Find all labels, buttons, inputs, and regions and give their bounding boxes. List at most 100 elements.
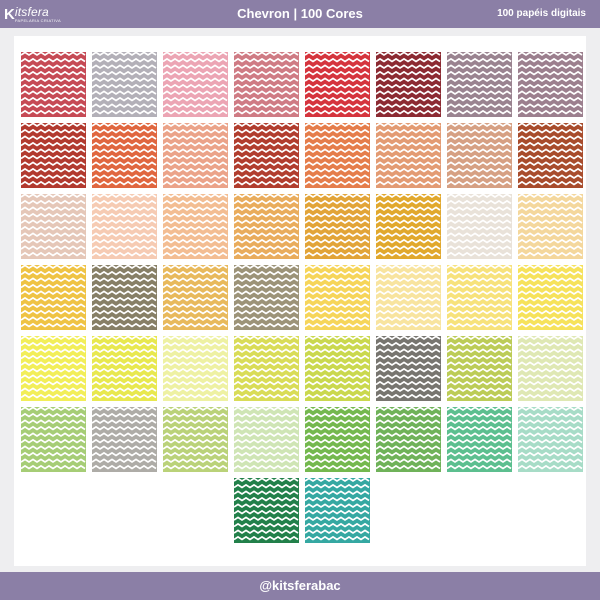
chevron-pattern [305,407,370,472]
chevron-pattern [447,52,512,117]
chevron-swatch [376,52,441,117]
chevron-pattern [376,123,441,188]
chevron-swatch [92,194,157,259]
chevron-swatch [234,52,299,117]
chevron-pattern [518,265,583,330]
chevron-pattern [92,336,157,401]
chevron-swatch [447,265,512,330]
chevron-swatch [518,407,583,472]
chevron-pattern [518,407,583,472]
chevron-swatch [376,123,441,188]
chevron-pattern [21,407,86,472]
chevron-pattern [376,407,441,472]
chevron-pattern [21,336,86,401]
chevron-swatch [234,123,299,188]
chevron-pattern [21,265,86,330]
chevron-swatch [518,52,583,117]
chevron-swatch [92,123,157,188]
chevron-swatch [376,265,441,330]
chevron-swatch [518,123,583,188]
chevron-swatch [163,407,228,472]
chevron-pattern [447,123,512,188]
chevron-pattern [447,336,512,401]
chevron-swatch [518,336,583,401]
chevron-swatch [376,194,441,259]
chevron-swatch [21,336,86,401]
chevron-swatch [234,336,299,401]
chevron-swatch [21,52,86,117]
chevron-swatch [92,52,157,117]
chevron-swatch [305,194,370,259]
chevron-pattern [92,52,157,117]
chevron-pattern [234,52,299,117]
chevron-swatch [163,52,228,117]
chevron-swatch [21,407,86,472]
chevron-pattern [92,123,157,188]
chevron-swatch [305,265,370,330]
chevron-swatch [234,194,299,259]
chevron-pattern [305,123,370,188]
header-bar: K itsfera PAPELARIA CRIATIVA Chevron | 1… [0,0,600,28]
chevron-pattern [163,194,228,259]
chevron-swatch [305,336,370,401]
chevron-pattern [92,407,157,472]
chevron-pattern [234,407,299,472]
chevron-swatch [163,336,228,401]
chevron-pattern [234,265,299,330]
chevron-swatch [21,194,86,259]
chevron-pattern [376,336,441,401]
chevron-pattern [305,265,370,330]
chevron-pattern [21,52,86,117]
chevron-swatch [518,265,583,330]
chevron-pattern [376,52,441,117]
chevron-swatch [92,265,157,330]
chevron-pattern [163,123,228,188]
chevron-pattern [305,52,370,117]
chevron-pattern [376,265,441,330]
chevron-swatch [234,407,299,472]
chevron-swatch [447,123,512,188]
chevron-swatch [376,407,441,472]
chevron-pattern [518,336,583,401]
chevron-swatch [163,194,228,259]
chevron-swatch [305,407,370,472]
chevron-swatch [305,52,370,117]
chevron-swatch [92,407,157,472]
chevron-swatch [305,478,370,543]
chevron-pattern [234,336,299,401]
chevron-pattern [234,194,299,259]
chevron-pattern [447,194,512,259]
chevron-swatch [305,123,370,188]
chevron-swatch [376,336,441,401]
chevron-pattern [518,194,583,259]
social-handle: @kitsferabac [259,578,341,593]
chevron-pattern [163,52,228,117]
chevron-swatch [447,336,512,401]
chevron-pattern [163,265,228,330]
chevron-pattern [305,336,370,401]
chevron-swatch [234,265,299,330]
chevron-swatch [234,478,299,543]
chevron-swatch [447,194,512,259]
chevron-pattern [21,123,86,188]
chevron-swatch [163,265,228,330]
chevron-pattern [376,194,441,259]
chevron-pattern [234,123,299,188]
chevron-pattern [163,407,228,472]
chevron-swatch [163,123,228,188]
chevron-swatch [447,52,512,117]
swatch-grid [14,36,586,566]
chevron-swatch [21,265,86,330]
chevron-pattern [305,478,370,543]
chevron-pattern [234,478,299,543]
chevron-pattern [305,194,370,259]
chevron-pattern [21,194,86,259]
footer-bar: @kitsferabac [0,572,600,600]
chevron-swatch [21,123,86,188]
chevron-pattern [518,52,583,117]
chevron-swatch [92,336,157,401]
chevron-pattern [163,336,228,401]
chevron-pattern [518,123,583,188]
chevron-swatch [518,194,583,259]
chevron-pattern [92,265,157,330]
